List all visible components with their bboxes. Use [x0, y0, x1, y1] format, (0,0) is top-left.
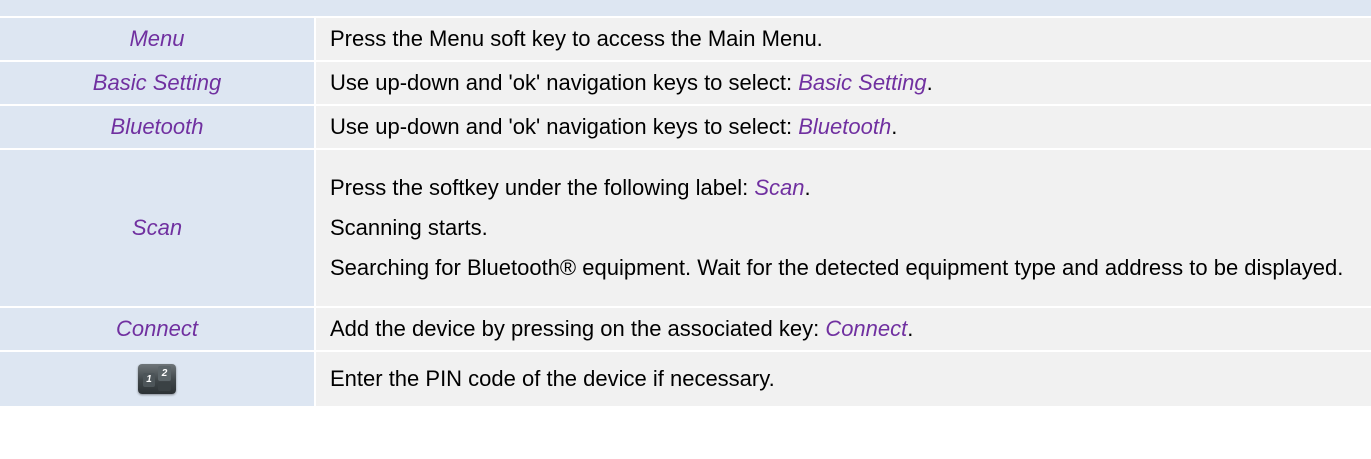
- step-description: Use up-down and 'ok' navigation keys to …: [315, 61, 1371, 106]
- step-keyword: Scan: [754, 175, 805, 200]
- step-label: Connect: [0, 307, 316, 352]
- table-row: Menu Press the Menu soft key to access t…: [0, 17, 1371, 62]
- instruction-table: Menu Press the Menu soft key to access t…: [0, 0, 1371, 408]
- step-text: Searching for Bluetooth® equipment. Wait…: [330, 255, 1344, 280]
- step-description: Press the Menu soft key to access the Ma…: [315, 17, 1371, 62]
- keypad-icon: 1 2: [138, 364, 176, 394]
- step-text: Press the softkey under the following la…: [330, 175, 755, 200]
- step-keyword: Basic Setting: [798, 70, 927, 95]
- top-strip-left: [0, 0, 315, 18]
- step-line: Use up-down and 'ok' navigation keys to …: [330, 110, 1351, 144]
- step-line: Press the Menu soft key to access the Ma…: [330, 22, 1351, 56]
- step-label: Bluetooth: [0, 105, 316, 150]
- step-suffix: .: [926, 70, 933, 95]
- table-row: Bluetooth Use up-down and 'ok' navigatio…: [0, 105, 1371, 150]
- table-row: 1 2 Enter the PIN code of the device if …: [0, 351, 1371, 408]
- keypad-key-blank: [158, 382, 171, 391]
- step-label: Basic Setting: [0, 61, 316, 106]
- step-description: Press the softkey under the following la…: [315, 149, 1371, 308]
- step-line: Press the softkey under the following la…: [330, 171, 1351, 205]
- step-icon-cell: 1 2: [0, 351, 316, 408]
- step-keyword: Connect: [825, 316, 908, 341]
- step-text: Press the Menu soft key to access the Ma…: [330, 26, 823, 51]
- step-suffix: .: [891, 114, 898, 139]
- step-suffix: .: [804, 175, 811, 200]
- table-row: Scan Press the softkey under the followi…: [0, 149, 1371, 308]
- step-text: Add the device by pressing on the associ…: [330, 316, 826, 341]
- step-line: Enter the PIN code of the device if nece…: [330, 362, 1351, 396]
- table-top-strip: [0, 0, 1371, 18]
- step-text: Use up-down and 'ok' navigation keys to …: [330, 114, 799, 139]
- step-description: Use up-down and 'ok' navigation keys to …: [315, 105, 1371, 150]
- top-strip-right: [315, 0, 1371, 18]
- step-line: Use up-down and 'ok' navigation keys to …: [330, 66, 1351, 100]
- step-line: Scanning starts.: [330, 211, 1351, 245]
- step-text: Enter the PIN code of the device if nece…: [330, 366, 775, 391]
- step-text: Scanning starts.: [330, 215, 488, 240]
- step-text: Use up-down and 'ok' navigation keys to …: [330, 70, 799, 95]
- step-label: Scan: [0, 149, 316, 308]
- step-description: Enter the PIN code of the device if nece…: [315, 351, 1371, 408]
- keypad-key-1: 1: [143, 373, 155, 387]
- step-keyword: Bluetooth: [798, 114, 892, 139]
- table-row: Connect Add the device by pressing on th…: [0, 307, 1371, 352]
- step-line: Searching for Bluetooth® equipment. Wait…: [330, 251, 1351, 285]
- keypad-key-2: 2: [158, 366, 171, 381]
- step-suffix: .: [907, 316, 914, 341]
- step-label: Menu: [0, 17, 316, 62]
- step-description: Add the device by pressing on the associ…: [315, 307, 1371, 352]
- table-row: Basic Setting Use up-down and 'ok' navig…: [0, 61, 1371, 106]
- step-line: Add the device by pressing on the associ…: [330, 312, 1351, 346]
